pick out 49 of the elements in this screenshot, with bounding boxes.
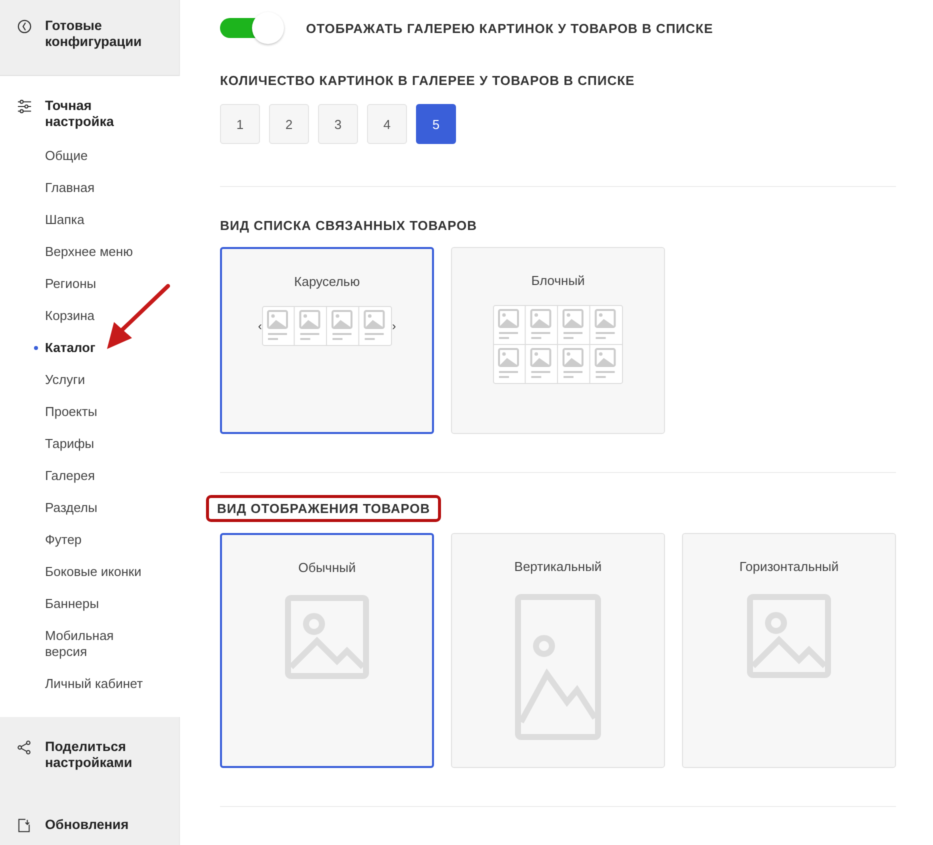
layout-option[interactable]: Каруселью ‹ › <box>220 247 434 434</box>
count-option[interactable]: 4 <box>367 104 407 144</box>
option-label: Блочный <box>531 273 585 288</box>
image-placeholder-icon <box>747 594 831 678</box>
sidebar-item[interactable]: Тарифы <box>45 436 94 452</box>
next-arrow: › <box>392 319 396 333</box>
sidebar-item[interactable]: Шапка <box>45 212 84 228</box>
sidebar-item[interactable]: Проекты <box>45 404 98 420</box>
sidebar-section-title[interactable]: Обновления <box>45 817 155 833</box>
layout-option[interactable]: Горизонтальный <box>682 533 896 768</box>
section-title: ВИД СПИСКА СВЯЗАННЫХ ТОВАРОВ <box>220 217 477 234</box>
update-icon <box>17 818 32 833</box>
sidebar-item[interactable]: Главная <box>45 180 94 196</box>
prev-arrow: ‹ <box>258 319 262 333</box>
sidebar-item[interactable]: Галерея <box>45 468 95 484</box>
sidebar-item[interactable]: Верхнее меню <box>45 244 133 260</box>
section-title: ВИД ОТОБРАЖЕНИЯ ТОВАРОВ <box>209 498 438 519</box>
sidebar-item[interactable]: Баннеры <box>45 596 99 612</box>
sidebar-item[interactable]: Разделы <box>45 500 98 516</box>
sidebar-item[interactable]: Общие <box>45 148 88 164</box>
config-icon <box>17 19 32 34</box>
sidebar-item[interactable]: Каталог <box>45 340 96 356</box>
sidebar-item[interactable]: Корзина <box>45 308 95 324</box>
image-placeholder-icon <box>285 595 369 679</box>
setting-label: ОТОБРАЖАТЬ ГАЛЕРЕЮ КАРТИНОК У ТОВАРОВ В СПИСКЕ <box>306 20 714 36</box>
sidebar-section-title[interactable]: Точная настройка <box>45 98 155 130</box>
share-icon <box>17 740 32 755</box>
sidebar-item[interactable]: Боковые иконки <box>45 564 142 580</box>
count-option[interactable]: 2 <box>269 104 309 144</box>
option-label: Каруселью <box>294 274 360 289</box>
count-option[interactable]: 3 <box>318 104 358 144</box>
sliders-icon <box>17 99 32 114</box>
sidebar-item[interactable]: Личный кабинет <box>45 676 143 692</box>
option-label: Вертикальный <box>514 559 602 574</box>
setting-label: КОЛИЧЕСТВО КАРТИНОК В ГАЛЕРЕЕ У ТОВАРОВ В СПИСКЕ <box>220 73 636 88</box>
layout-option[interactable]: Вертикальный <box>451 533 665 768</box>
image-placeholder-icon <box>515 594 601 740</box>
count-option[interactable]: 1 <box>220 104 260 144</box>
sidebar-section-title[interactable]: Поделиться настройками <box>45 739 155 771</box>
sidebar-item[interactable]: Регионы <box>45 276 96 292</box>
option-label: Обычный <box>298 560 356 575</box>
option-label: Горизонтальный <box>739 559 839 574</box>
sidebar-item[interactable]: Футер <box>45 532 82 548</box>
sidebar-item[interactable]: Мобильная версия <box>45 628 153 660</box>
layout-option[interactable]: Блочный <box>451 247 665 434</box>
sidebar-item[interactable]: Услуги <box>45 372 85 388</box>
layout-option[interactable]: Обычный <box>220 533 434 768</box>
count-option[interactable]: 5 <box>416 104 456 144</box>
toggle-switch[interactable] <box>220 11 286 45</box>
